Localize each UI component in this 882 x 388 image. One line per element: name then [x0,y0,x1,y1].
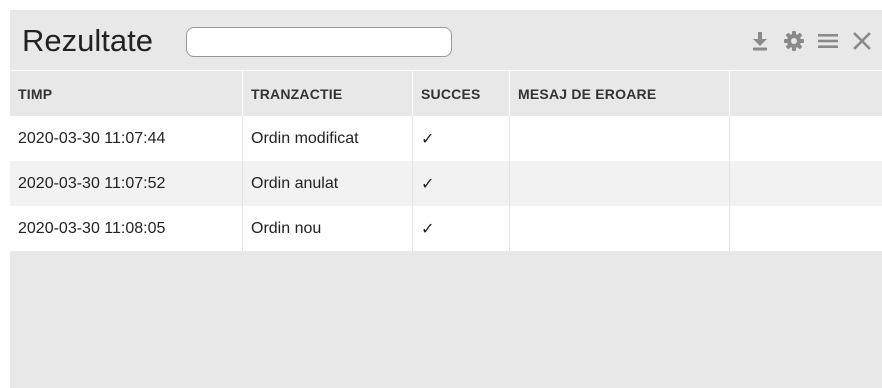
cell-succes-check: ✓ [413,161,510,206]
column-header-empty [730,71,882,116]
table-row[interactable]: 2020-03-30 11:07:52 Ordin anulat ✓ [10,161,882,206]
column-header-timp[interactable]: TIMP [10,71,243,116]
column-header-mesaj-de-eroare[interactable]: MESAJ DE EROARE [510,71,730,116]
cell-timp: 2020-03-30 11:08:05 [10,206,243,251]
cell-tranzactie: Ordin nou [243,206,413,251]
download-icon[interactable] [748,29,772,53]
panel-header: Rezultate [10,10,882,70]
column-header-tranzactie[interactable]: TRANZACTIE [243,71,413,116]
cell-empty [730,116,882,161]
table-row[interactable]: 2020-03-30 11:07:44 Ordin modificat ✓ [10,116,882,161]
cell-empty [730,206,882,251]
table-row[interactable]: 2020-03-30 11:08:05 Ordin nou ✓ [10,206,882,251]
cell-mesaj [510,116,730,161]
cell-empty [730,161,882,206]
cell-mesaj [510,161,730,206]
cell-succes-check: ✓ [413,116,510,161]
toolbar [748,29,874,53]
panel-title: Rezultate [22,23,153,58]
cell-tranzactie: Ordin modificat [243,116,413,161]
column-header-succes[interactable]: SUCCES [413,71,510,116]
cell-timp: 2020-03-30 11:07:44 [10,116,243,161]
results-panel: Rezultate TIMP TRANZACTIE SUCCES MESAJ D… [10,10,882,388]
cell-tranzactie: Ordin anulat [243,161,413,206]
menu-icon[interactable] [816,29,840,53]
gear-icon[interactable] [782,29,806,53]
cell-succes-check: ✓ [413,206,510,251]
cell-timp: 2020-03-30 11:07:52 [10,161,243,206]
close-icon[interactable] [850,29,874,53]
table-header: TIMP TRANZACTIE SUCCES MESAJ DE EROARE [10,70,882,116]
search-input[interactable] [186,27,452,57]
cell-mesaj [510,206,730,251]
